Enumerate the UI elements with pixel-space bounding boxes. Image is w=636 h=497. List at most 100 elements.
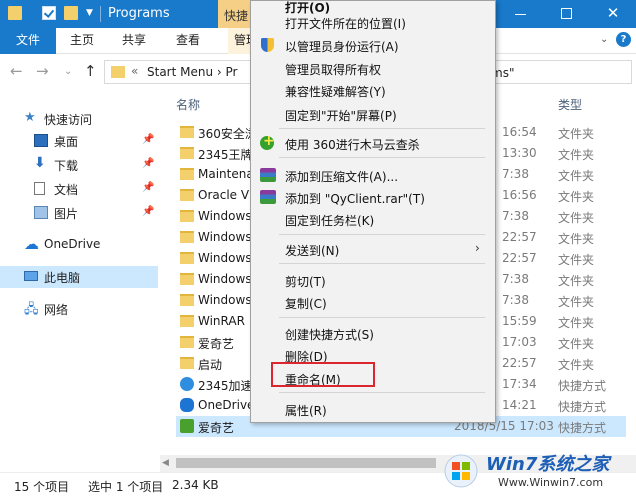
selected-count: 选中 1 个项目 <box>88 480 164 494</box>
windows-flag-icon <box>444 454 478 488</box>
nav-network[interactable]: 🖧 网络 <box>0 298 158 320</box>
column-header-name[interactable]: 名称 <box>176 96 200 113</box>
menu-pin-taskbar[interactable]: 固定到任务栏(K) <box>251 208 495 230</box>
forward-arrow-icon[interactable]: → <box>36 62 49 80</box>
maximize-icon <box>561 8 572 19</box>
file-type: 文件夹 <box>558 253 595 267</box>
menu-label: 发送到(N) <box>285 244 340 258</box>
file-type: 文件夹 <box>558 169 595 183</box>
uac-shield-icon <box>261 38 274 52</box>
pin-icon[interactable]: 📌 <box>142 206 154 217</box>
minimize-button[interactable] <box>498 0 544 28</box>
menu-label: 固定到"开始"屏幕(P) <box>285 109 397 123</box>
navigation-pane: ★ 快速访问 桌面 📌 ⬇ 下载 📌 文档 📌 图片 📌 ☁ OneDrive … <box>0 88 158 470</box>
file-modified: 14:21 <box>502 398 537 412</box>
nav-pictures[interactable]: 图片 📌 <box>0 202 158 224</box>
breadcrumb-overflow[interactable]: « <box>131 64 138 78</box>
download-icon: ⬇ <box>34 155 46 171</box>
close-button[interactable]: ✕ <box>590 0 636 28</box>
quick-access-dropdown-icon[interactable]: ▼ <box>86 8 93 18</box>
up-arrow-icon[interactable]: ↑ <box>84 62 97 80</box>
minimize-icon <box>515 14 526 15</box>
column-header-type[interactable]: 类型 <box>558 96 582 113</box>
nav-quick-access[interactable]: ★ 快速访问 <box>0 108 158 130</box>
winrar-icon <box>260 168 276 182</box>
recent-dropdown-icon[interactable]: ⌄ <box>64 66 72 77</box>
tab-home[interactable]: 主页 <box>70 28 94 54</box>
document-icon <box>34 182 45 195</box>
tab-file[interactable]: 文件 <box>0 28 56 54</box>
help-icon[interactable]: ? <box>616 32 631 47</box>
scroll-left-icon[interactable]: ◀ <box>162 458 169 468</box>
file-modified: 7:38 <box>502 293 529 307</box>
file-name: 2345加速浏览器 <box>198 379 254 393</box>
menu-properties[interactable]: 属性(R) <box>251 398 495 420</box>
file-modified: 17:34 <box>502 377 537 391</box>
breadcrumb-programs[interactable]: Pr <box>226 65 238 79</box>
tab-share[interactable]: 共享 <box>122 28 146 54</box>
title-divider <box>100 6 101 22</box>
shortcut-tools-tab[interactable]: 快捷 <box>218 0 250 28</box>
file-modified: 22:57 <box>502 251 537 265</box>
file-name: Oracle VM VirtualBox <box>198 188 254 202</box>
tab-manage[interactable]: 管理 <box>228 28 250 54</box>
nav-label: 此电脑 <box>44 271 81 285</box>
file-type: 快捷方式 <box>558 379 607 393</box>
item-count: 15 个项目 <box>14 480 70 494</box>
menu-label: 使用 360进行木马云查杀 <box>285 138 420 152</box>
menu-compat-troubleshoot[interactable]: 兼容性疑难解答(Y) <box>251 79 495 101</box>
onedrive-icon <box>180 398 194 412</box>
file-name: Windows PowerShell <box>198 272 254 286</box>
nav-this-pc[interactable]: 此电脑 <box>0 266 158 288</box>
back-arrow-icon[interactable]: ← <box>10 62 23 80</box>
menu-run-as-admin[interactable]: 以管理员身份运行(A) <box>251 34 495 56</box>
file-type: 文件夹 <box>558 232 595 246</box>
menu-label: 添加到 "QyClient.rar"(T) <box>285 192 425 206</box>
file-name: 360安全浏览器 <box>198 127 254 141</box>
nav-label: 快速访问 <box>44 113 93 127</box>
nav-desktop[interactable]: 桌面 📌 <box>0 130 158 152</box>
properties-check-icon[interactable] <box>42 6 56 20</box>
file-type: 文件夹 <box>558 358 595 372</box>
breadcrumb-start-menu[interactable]: Start Menu <box>147 65 213 79</box>
menu-pin-to-start[interactable]: 固定到"开始"屏幕(P) <box>251 103 495 125</box>
address-bar[interactable]: « Start Menu › Pr <box>104 60 254 84</box>
file-modified: 7:38 <box>502 209 529 223</box>
folder-icon <box>180 252 194 264</box>
menu-label: 创建快捷方式(S) <box>285 328 374 342</box>
folder-icon <box>180 210 194 222</box>
menu-360-scan[interactable]: 使用 360进行木马云查杀 <box>251 132 495 154</box>
file-type: 文件夹 <box>558 127 595 141</box>
expand-ribbon-icon[interactable]: ⌄ <box>600 34 608 45</box>
menu-create-shortcut[interactable]: 创建快捷方式(S) <box>251 322 495 344</box>
file-modified: 22:57 <box>502 356 537 370</box>
menu-copy[interactable]: 复制(C) <box>251 291 495 313</box>
nav-onedrive[interactable]: ☁ OneDrive <box>0 234 158 256</box>
menu-separator <box>279 157 485 158</box>
nav-documents[interactable]: 文档 📌 <box>0 178 158 200</box>
breadcrumb-path[interactable]: Start Menu › Pr <box>147 65 237 79</box>
pin-icon[interactable]: 📌 <box>142 158 154 169</box>
file-name: Windows System <box>198 293 254 307</box>
menu-label: 添加到压缩文件(A)... <box>285 170 399 184</box>
menu-add-archive[interactable]: 添加到压缩文件(A)... <box>251 164 495 186</box>
file-modified: 16:54 <box>502 125 537 139</box>
menu-label: 以管理员身份运行(A) <box>285 40 399 54</box>
pin-icon[interactable]: 📌 <box>142 182 154 193</box>
new-folder-icon[interactable] <box>64 6 78 20</box>
file-name: WinRAR <box>198 314 245 328</box>
pin-icon[interactable]: 📌 <box>142 134 154 145</box>
menu-open-location[interactable]: 打开文件所在的位置(I) <box>251 11 495 33</box>
nav-label: OneDrive <box>44 237 101 251</box>
menu-take-ownership[interactable]: 管理员取得所有权 <box>251 57 495 79</box>
menu-cut[interactable]: 剪切(T) <box>251 269 495 291</box>
tab-view[interactable]: 查看 <box>176 28 200 54</box>
maximize-button[interactable] <box>544 0 590 28</box>
file-type: 快捷方式 <box>558 400 607 414</box>
menu-add-rar[interactable]: 添加到 "QyClient.rar"(T) <box>251 186 495 208</box>
menu-send-to[interactable]: 发送到(N) › <box>251 238 495 260</box>
desktop-icon <box>34 134 48 147</box>
folder-icon <box>180 147 194 159</box>
scrollbar-thumb[interactable] <box>176 458 436 468</box>
nav-downloads[interactable]: ⬇ 下载 📌 <box>0 154 158 176</box>
